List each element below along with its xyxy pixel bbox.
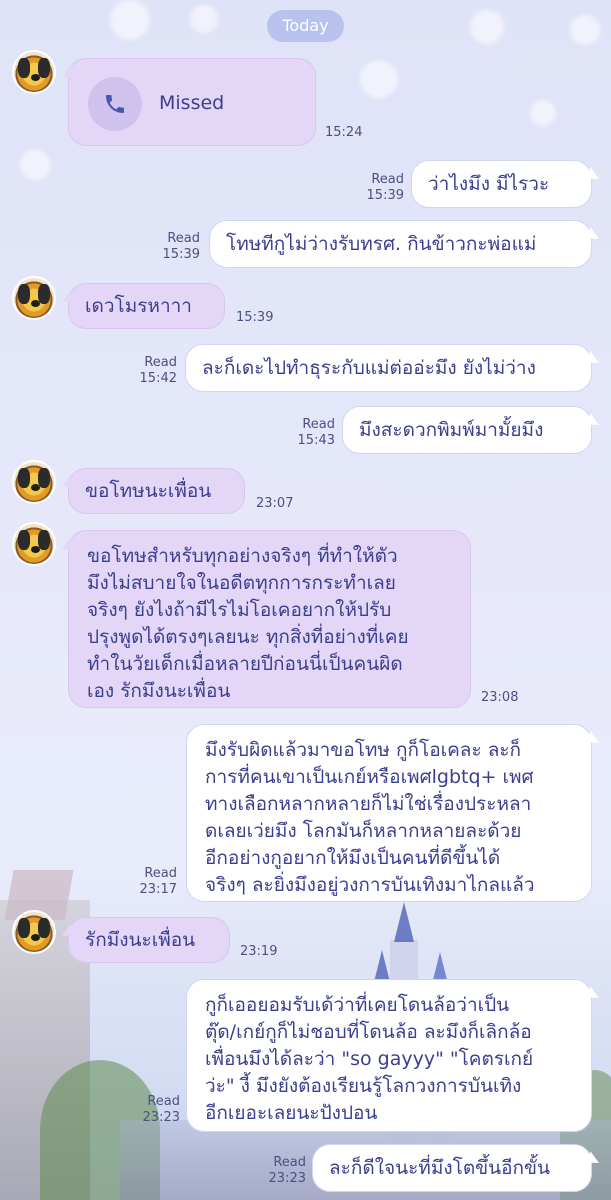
message-time: 23:17 bbox=[139, 882, 177, 897]
message-time: 15:39 bbox=[366, 188, 404, 203]
background-bokeh bbox=[530, 100, 556, 126]
read-receipt: Read 23:23 bbox=[136, 1094, 180, 1126]
message-text-line: จริงๆ ยังไงถ้ามีไรไม่โอเคอยากให้ปรับ bbox=[87, 599, 392, 621]
message-text-line: ขอโทษสำหรับทุกอย่างจริงๆ ที่ทำให้ตัว bbox=[87, 545, 398, 567]
message-text-line: มึงรับผิดแล้วมาขอโทษ กูก็โอเคละ ละก็ bbox=[205, 739, 522, 761]
read-label: Read bbox=[144, 866, 177, 881]
read-receipt: Read 23:17 bbox=[133, 866, 177, 898]
contact-avatar[interactable] bbox=[12, 522, 56, 566]
incoming-message[interactable]: ขอโทษสำหรับทุกอย่างจริงๆ ที่ทำให้ตัว มึง… bbox=[68, 530, 471, 708]
incoming-message[interactable]: รักมึงนะเพื่อน bbox=[68, 917, 230, 963]
missed-call-label: Missed bbox=[159, 91, 225, 114]
read-label: Read bbox=[273, 1155, 306, 1170]
read-receipt: Read 15:39 bbox=[360, 172, 404, 204]
outgoing-message[interactable]: ละก็ดีใจนะที่มึงโตขึ้นอีกขั้น bbox=[312, 1144, 592, 1192]
message-text-line: อีกอย่างกูอยากให้มึงเป็นคนที่ดีขึ้นได้ bbox=[205, 847, 501, 869]
outgoing-message[interactable]: โทษทีกูไม่ว่างรับทรศ. กินข้าวกะพ่อแม่ bbox=[209, 220, 592, 268]
message-time: 15:43 bbox=[297, 433, 335, 448]
read-label: Read bbox=[147, 1094, 180, 1109]
missed-call-bubble[interactable]: Missed bbox=[68, 58, 316, 146]
message-time: 15:42 bbox=[139, 371, 177, 386]
message-text-line: ปรุงพูดได้ตรงๆเลยนะ ทุกสิ่งที่อย่างที่เค… bbox=[87, 626, 409, 648]
message-time: 23:08 bbox=[481, 690, 519, 705]
incoming-message[interactable]: ขอโทษนะเพื่อน bbox=[68, 468, 245, 514]
background-bokeh bbox=[110, 0, 150, 40]
message-text-line: ว่ะ" งี้ มึงยังต้องเรียนรู้โลกวงการบันเท… bbox=[205, 1075, 522, 1097]
incoming-message[interactable]: เดวโมรหาาา bbox=[68, 283, 225, 329]
background-bokeh bbox=[20, 150, 50, 180]
read-receipt: Read 15:42 bbox=[133, 355, 177, 387]
contact-avatar[interactable] bbox=[12, 910, 56, 954]
date-separator: Today bbox=[267, 10, 344, 42]
read-receipt: Read 15:39 bbox=[156, 231, 200, 263]
message-text-line: ทำในวัยเด็กเมื่อหลายปีก่อนนี่เป็นคนผิด bbox=[87, 653, 403, 675]
background-bokeh bbox=[470, 10, 504, 44]
message-text: รักมึงนะเพื่อน bbox=[85, 928, 196, 951]
message-time: 15:24 bbox=[325, 125, 363, 140]
message-text-line: มึงไม่สบายใจในอดีตทุกการกระทำเลย bbox=[87, 572, 396, 594]
background-bokeh bbox=[360, 60, 398, 98]
background-bokeh bbox=[190, 5, 218, 33]
message-time: 15:39 bbox=[162, 247, 200, 262]
message-time: 23:23 bbox=[142, 1110, 180, 1125]
read-receipt: Read 15:43 bbox=[291, 417, 335, 449]
message-text: ขอโทษนะเพื่อน bbox=[85, 479, 212, 502]
message-text-line: เพื่อนมึงได้ละว่า "so gayyy" "โคตรเกย์ bbox=[205, 1048, 534, 1070]
background-bokeh bbox=[570, 15, 600, 45]
read-label: Read bbox=[167, 231, 200, 246]
message-text: ว่าไงมึง มีไรวะ bbox=[428, 172, 550, 195]
read-label: Read bbox=[371, 172, 404, 187]
message-time: 15:39 bbox=[236, 310, 274, 325]
read-receipt: Read 23:23 bbox=[262, 1155, 306, 1187]
outgoing-message[interactable]: ละก็เดะไปทำธุระกับแม่ต่ออ่ะมึง ยังไม่ว่า… bbox=[185, 344, 592, 392]
message-text: ละก็ดีใจนะที่มึงโตขึ้นอีกขั้น bbox=[329, 1156, 551, 1179]
message-text-line: กูก็เออยอมรับเด้ว่าที่เคยโดนล้อว่าเป็น bbox=[205, 994, 510, 1016]
message-text-line: จริงๆ ละยิ่งมึงอยู่วงการบันเทิงมาไกลแล้ว bbox=[205, 874, 535, 896]
read-label: Read bbox=[302, 417, 335, 432]
outgoing-message[interactable]: มึงสะดวกพิมพ์มามั้ยมึง bbox=[342, 406, 592, 454]
contact-avatar[interactable] bbox=[12, 460, 56, 504]
message-text-line: ทางเลือกหลากหลายก็ไม่ใช่เรื่องประหลา bbox=[205, 793, 532, 815]
message-text-line: ตุ๊ด/เกย์กูก็ไม่ชอบที่โดนล้อ ละมึงก็เลิก… bbox=[205, 1021, 532, 1043]
message-text-line: ดเลยเว่ยมึง โลกมันก็หลากหลายละด้วย bbox=[205, 820, 522, 842]
message-time: 23:07 bbox=[256, 496, 294, 511]
contact-avatar[interactable] bbox=[12, 276, 56, 320]
outgoing-message[interactable]: กูก็เออยอมรับเด้ว่าที่เคยโดนล้อว่าเป็น ต… bbox=[186, 979, 592, 1132]
message-text: มึงสะดวกพิมพ์มามั้ยมึง bbox=[359, 418, 544, 441]
message-text: โทษทีกูไม่ว่างรับทรศ. กินข้าวกะพ่อแม่ bbox=[226, 232, 537, 255]
outgoing-message[interactable]: มึงรับผิดแล้วมาขอโทษ กูก็โอเคละ ละก็ การ… bbox=[186, 724, 592, 902]
message-text: เดวโมรหาาา bbox=[85, 294, 192, 317]
message-time: 23:23 bbox=[268, 1171, 306, 1186]
message-text-line: เอง รักมึงนะเพื่อน bbox=[87, 680, 231, 702]
outgoing-message[interactable]: ว่าไงมึง มีไรวะ bbox=[411, 160, 592, 208]
message-text: ละก็เดะไปทำธุระกับแม่ต่ออ่ะมึง ยังไม่ว่า… bbox=[202, 356, 536, 379]
message-time: 23:19 bbox=[240, 944, 278, 959]
message-text-line: อีกเยอะเลยนะปังปอน bbox=[205, 1102, 378, 1124]
phone-icon bbox=[88, 77, 142, 131]
read-label: Read bbox=[144, 355, 177, 370]
contact-avatar[interactable] bbox=[12, 50, 56, 94]
message-text-line: การที่คนเขาเป็นเกย์หรือเพศlgbtq+ เพศ bbox=[205, 766, 534, 788]
